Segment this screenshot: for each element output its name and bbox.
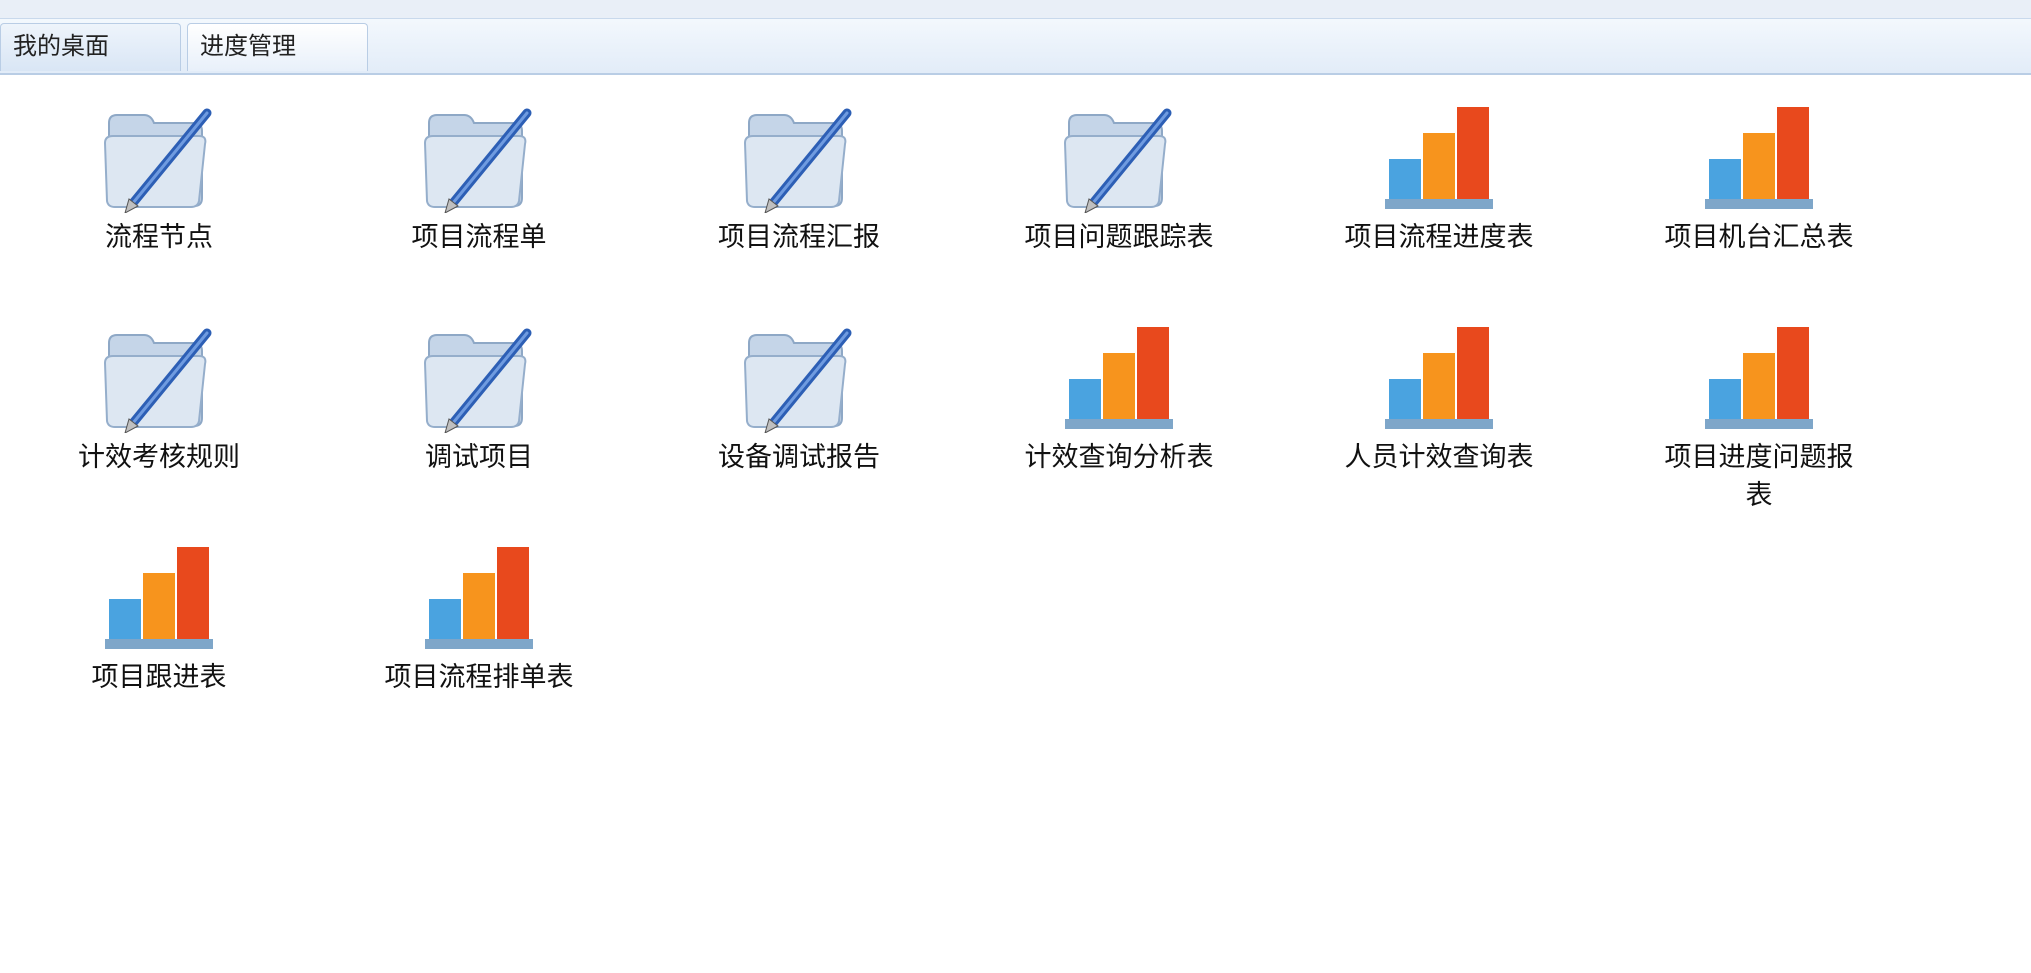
tab-my-desktop[interactable]: 我的桌面 <box>0 23 181 71</box>
folder-pen-icon <box>743 108 852 213</box>
desktop-item-label: 项目流程单 <box>411 222 547 253</box>
desktop-item-label: 项目问题跟踪表 <box>1024 222 1214 253</box>
top-strip <box>0 0 2031 19</box>
folder-pen-icon <box>423 108 532 213</box>
tab-bar: 我的桌面 进度管理 <box>0 19 2031 75</box>
desktop-item-label: 项目流程进度表 <box>1344 222 1534 253</box>
folder-pen-icon <box>103 108 212 213</box>
desktop-item-performance-rules[interactable]: 计效考核规则 <box>29 323 289 477</box>
desktop-icon-grid: 流程节点 项目流程单 项目流程汇报 项目问题跟踪表 项目流程进度表 项目机台汇总… <box>0 75 2031 973</box>
bar-chart-icon <box>105 547 213 649</box>
desktop-item-project-process-report[interactable]: 项目流程汇报 <box>669 103 929 257</box>
desktop-item-project-follow-up[interactable]: 项目跟进表 <box>29 543 289 697</box>
desktop-item-label: 设备调试报告 <box>718 442 880 473</box>
bar-chart-icon <box>1705 107 1813 209</box>
bar-chart-icon <box>1385 327 1493 429</box>
desktop-item-performance-query-analysis[interactable]: 计效查询分析表 <box>989 323 1249 477</box>
desktop-item-debug-project[interactable]: 调试项目 <box>349 323 609 477</box>
desktop-item-label: 计效查询分析表 <box>1024 442 1214 473</box>
desktop-item-project-progress-issue-report[interactable]: 项目进度问题报表 <box>1629 323 1889 515</box>
desktop-item-label: 人员计效查询表 <box>1344 442 1534 473</box>
desktop-item-label: 项目流程汇报 <box>718 222 880 253</box>
folder-pen-icon <box>103 328 212 433</box>
bar-chart-icon <box>425 547 533 649</box>
desktop-item-project-machine-summary[interactable]: 项目机台汇总表 <box>1629 103 1889 257</box>
desktop-item-label: 流程节点 <box>105 222 213 253</box>
desktop-item-label: 项目流程排单表 <box>384 662 574 693</box>
desktop-item-equipment-debug-report[interactable]: 设备调试报告 <box>669 323 929 477</box>
desktop-item-project-issue-tracking[interactable]: 项目问题跟踪表 <box>989 103 1249 257</box>
folder-pen-icon <box>1063 108 1172 213</box>
desktop-item-staff-performance-query[interactable]: 人员计效查询表 <box>1309 323 1569 477</box>
bar-chart-icon <box>1065 327 1173 429</box>
bar-chart-icon <box>1385 107 1493 209</box>
desktop-item-project-process-progress[interactable]: 项目流程进度表 <box>1309 103 1569 257</box>
bar-chart-icon <box>1705 327 1813 429</box>
desktop-item-label: 调试项目 <box>425 442 533 473</box>
desktop-item-project-process-sheet[interactable]: 项目流程单 <box>349 103 609 257</box>
desktop-item-process-node[interactable]: 流程节点 <box>29 103 289 257</box>
folder-pen-icon <box>743 328 852 433</box>
desktop-item-label: 计效考核规则 <box>78 442 240 473</box>
tab-progress-management[interactable]: 进度管理 <box>187 23 368 71</box>
desktop-item-label: 项目进度问题报表 <box>1664 442 1854 511</box>
desktop-item-label: 项目机台汇总表 <box>1664 222 1854 253</box>
desktop-item-label: 项目跟进表 <box>91 662 227 693</box>
folder-pen-icon <box>423 328 532 433</box>
desktop-item-project-process-schedule[interactable]: 项目流程排单表 <box>349 543 609 697</box>
